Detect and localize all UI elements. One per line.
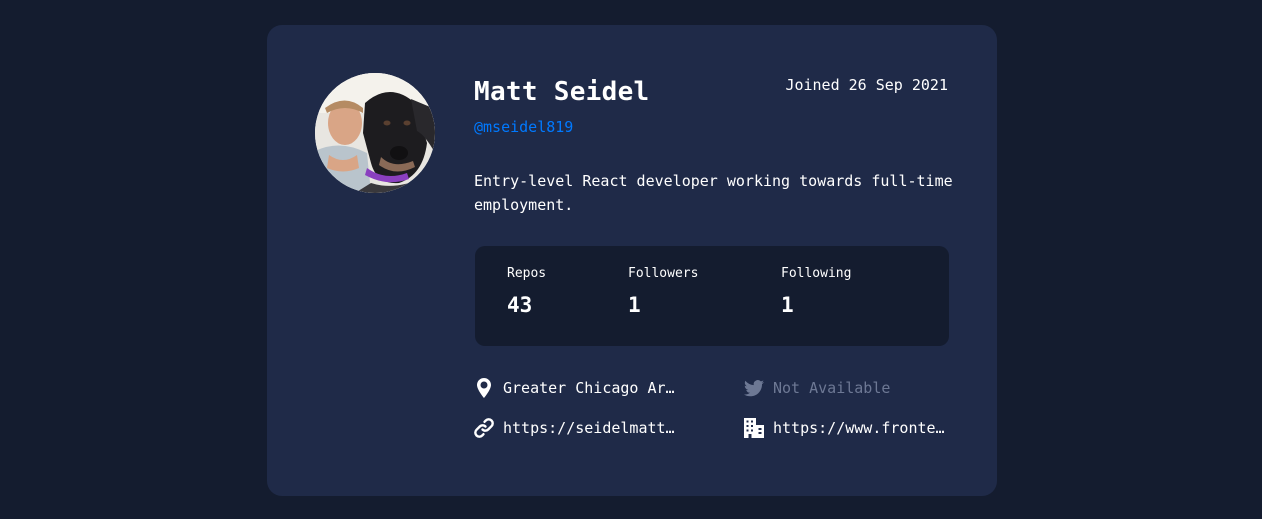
location-item: Greater Chicago Ar…: [474, 378, 675, 398]
stat-following: Following 1: [781, 266, 851, 317]
website-link[interactable]: https://seidelmatt…: [503, 419, 675, 437]
joined-date: Joined 26 Sep 2021: [785, 76, 948, 94]
avatar-photo: [315, 73, 435, 193]
stats-panel: Repos 43 Followers 1 Following 1: [475, 246, 949, 346]
location-pin-icon: [474, 378, 494, 398]
profile-name: Matt Seidel: [474, 77, 650, 107]
following-value: 1: [781, 293, 794, 317]
location-text: Greater Chicago Ar…: [503, 379, 675, 397]
profile-bio: Entry-level React developer working towa…: [474, 172, 953, 214]
stat-repos: Repos 43: [507, 266, 546, 317]
avatar: [315, 73, 435, 193]
building-icon: [744, 418, 764, 438]
company-link[interactable]: https://www.fronte…: [773, 419, 945, 437]
twitter-text: Not Available: [773, 379, 891, 397]
stat-followers: Followers 1: [628, 266, 698, 317]
twitter-item: Not Available: [744, 378, 890, 398]
twitter-icon: [744, 378, 764, 398]
company-item[interactable]: https://www.fronte…: [744, 418, 945, 438]
website-item[interactable]: https://seidelmatt…: [474, 418, 675, 438]
repos-value: 43: [507, 293, 533, 317]
repos-label: Repos: [507, 266, 547, 281]
followers-label: Followers: [628, 266, 699, 281]
link-icon: [474, 418, 494, 438]
following-label: Following: [781, 266, 852, 281]
profile-card: Matt Seidel @mseidel819 Joined 26 Sep 20…: [267, 25, 997, 496]
followers-value: 1: [628, 293, 641, 317]
profile-handle-link[interactable]: @mseidel819: [474, 118, 573, 136]
